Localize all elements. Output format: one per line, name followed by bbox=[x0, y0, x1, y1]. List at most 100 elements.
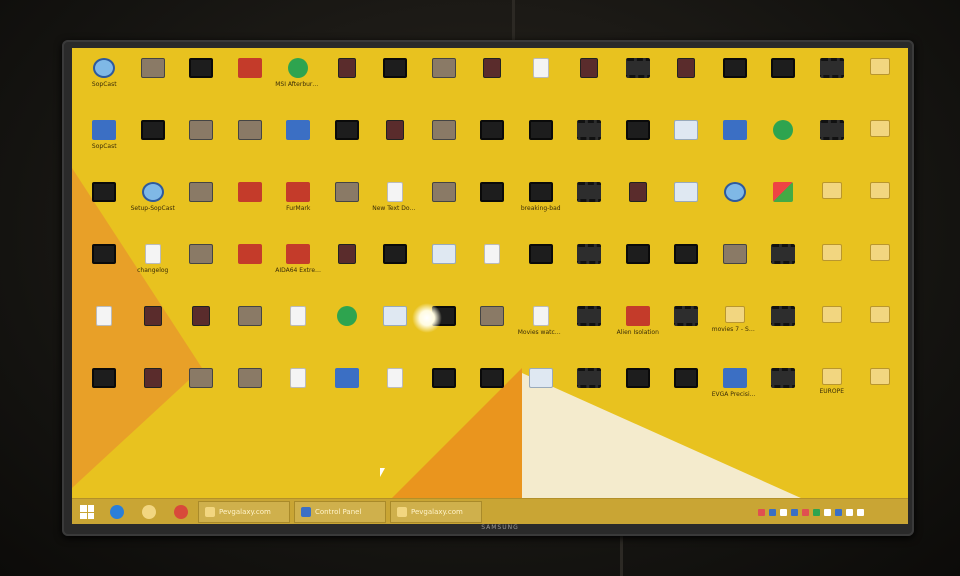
tray-icon[interactable] bbox=[813, 508, 820, 516]
tray-icon[interactable] bbox=[780, 508, 787, 516]
desktop-icon[interactable] bbox=[468, 240, 517, 302]
desktop-icon[interactable] bbox=[662, 116, 711, 178]
desktop-icon[interactable] bbox=[856, 178, 905, 240]
desktop-icon[interactable] bbox=[129, 364, 178, 426]
desktop-icon[interactable] bbox=[711, 240, 760, 302]
desktop-icon[interactable] bbox=[759, 302, 808, 364]
desktop-icon[interactable] bbox=[226, 240, 275, 302]
desktop-icon[interactable] bbox=[565, 178, 614, 240]
desktop-icon[interactable] bbox=[420, 240, 469, 302]
desktop-icon[interactable]: Alien Isolation bbox=[614, 302, 663, 364]
desktop-icon[interactable] bbox=[177, 302, 226, 364]
desktop-icon[interactable] bbox=[371, 364, 420, 426]
desktop-icon[interactable] bbox=[759, 54, 808, 116]
desktop-icon[interactable] bbox=[856, 240, 905, 302]
desktop-icon[interactable] bbox=[711, 178, 760, 240]
desktop-icon[interactable] bbox=[323, 240, 372, 302]
desktop-icon[interactable] bbox=[129, 54, 178, 116]
desktop-icon[interactable] bbox=[565, 364, 614, 426]
desktop-icon[interactable] bbox=[323, 54, 372, 116]
desktop-icon[interactable] bbox=[420, 364, 469, 426]
desktop-icon[interactable] bbox=[323, 116, 372, 178]
desktop-icon[interactable]: AIDA64 Extreme bbox=[274, 240, 323, 302]
desktop-icon[interactable] bbox=[517, 116, 566, 178]
desktop-icon[interactable] bbox=[808, 54, 857, 116]
desktop-icon[interactable] bbox=[323, 364, 372, 426]
desktop-icon[interactable] bbox=[565, 54, 614, 116]
desktop-icon[interactable] bbox=[614, 178, 663, 240]
tray-icon[interactable] bbox=[769, 508, 776, 516]
desktop-icon[interactable] bbox=[80, 178, 129, 240]
desktop-icon[interactable] bbox=[274, 302, 323, 364]
desktop-icon[interactable] bbox=[468, 178, 517, 240]
desktop-icon[interactable] bbox=[662, 178, 711, 240]
desktop-icon[interactable] bbox=[226, 364, 275, 426]
start-button[interactable] bbox=[76, 501, 98, 523]
desktop-icon[interactable] bbox=[662, 364, 711, 426]
taskbar-task-button[interactable]: Pevgalaxy.com bbox=[390, 501, 482, 523]
desktop-icon[interactable] bbox=[662, 54, 711, 116]
desktop-icon[interactable]: Setup-SopCast bbox=[129, 178, 178, 240]
desktop-icon[interactable] bbox=[468, 302, 517, 364]
desktop-icon[interactable] bbox=[226, 116, 275, 178]
desktop-icon[interactable]: MSI Afterburner bbox=[274, 54, 323, 116]
tray-icon[interactable] bbox=[824, 508, 831, 516]
desktop-icon[interactable] bbox=[371, 54, 420, 116]
desktop-icon[interactable] bbox=[856, 302, 905, 364]
desktop-icon[interactable] bbox=[80, 364, 129, 426]
desktop-icon[interactable] bbox=[614, 240, 663, 302]
desktop-icon[interactable] bbox=[177, 364, 226, 426]
desktop-icon[interactable] bbox=[274, 116, 323, 178]
desktop-icon[interactable] bbox=[226, 54, 275, 116]
desktop-icon[interactable] bbox=[274, 364, 323, 426]
tray-icon[interactable] bbox=[857, 508, 864, 516]
desktop-icon[interactable] bbox=[662, 240, 711, 302]
desktop-icon[interactable]: SopCast bbox=[80, 116, 129, 178]
desktop-icon[interactable] bbox=[226, 178, 275, 240]
desktop-icon[interactable] bbox=[517, 54, 566, 116]
desktop-icon[interactable]: SopCast bbox=[80, 54, 129, 116]
desktop-icon[interactable] bbox=[565, 302, 614, 364]
desktop-icon[interactable]: changelog bbox=[129, 240, 178, 302]
desktop-icon[interactable] bbox=[226, 302, 275, 364]
desktop-icon[interactable] bbox=[808, 116, 857, 178]
desktop-icon[interactable] bbox=[517, 364, 566, 426]
desktop-icon[interactable] bbox=[129, 302, 178, 364]
desktop-icon[interactable] bbox=[468, 364, 517, 426]
desktop-icon[interactable] bbox=[177, 54, 226, 116]
desktop-icon[interactable]: FurMark bbox=[274, 178, 323, 240]
desktop-icon[interactable] bbox=[177, 240, 226, 302]
desktop-icon[interactable] bbox=[80, 240, 129, 302]
desktop-icon[interactable] bbox=[759, 240, 808, 302]
desktop-icon[interactable] bbox=[759, 178, 808, 240]
desktop-icon[interactable] bbox=[856, 116, 905, 178]
taskbar-task-button[interactable]: Pevgalaxy.com bbox=[198, 501, 290, 523]
taskbar-task-button[interactable]: Control Panel bbox=[294, 501, 386, 523]
desktop-icon[interactable] bbox=[177, 116, 226, 178]
desktop-icon[interactable] bbox=[759, 364, 808, 426]
desktop-icon[interactable] bbox=[420, 54, 469, 116]
desktop-icon[interactable] bbox=[565, 240, 614, 302]
desktop-icon[interactable] bbox=[808, 178, 857, 240]
desktop-icon[interactable] bbox=[711, 116, 760, 178]
desktop-icon[interactable]: EVGA Precision X bbox=[711, 364, 760, 426]
taskbar-pin-button[interactable] bbox=[136, 501, 162, 523]
desktop-icon[interactable] bbox=[371, 240, 420, 302]
desktop-icon[interactable] bbox=[614, 364, 663, 426]
desktop-icon[interactable] bbox=[371, 116, 420, 178]
desktop-icon[interactable] bbox=[759, 116, 808, 178]
desktop-icon[interactable] bbox=[323, 178, 372, 240]
tray-icon[interactable] bbox=[835, 508, 842, 516]
desktop-icon[interactable] bbox=[129, 116, 178, 178]
desktop-icon[interactable] bbox=[420, 178, 469, 240]
tray-icon[interactable] bbox=[846, 508, 853, 516]
desktop-icon[interactable] bbox=[711, 54, 760, 116]
desktop-icon[interactable] bbox=[468, 116, 517, 178]
taskbar-pin-button[interactable] bbox=[168, 501, 194, 523]
taskbar-pin-button[interactable] bbox=[104, 501, 130, 523]
desktop-icon[interactable]: breaking-bad bbox=[517, 178, 566, 240]
desktop-icon[interactable] bbox=[80, 302, 129, 364]
desktop-icon[interactable] bbox=[565, 116, 614, 178]
desktop-icon[interactable]: EUROPE bbox=[808, 364, 857, 426]
tray-icon[interactable] bbox=[791, 508, 798, 516]
